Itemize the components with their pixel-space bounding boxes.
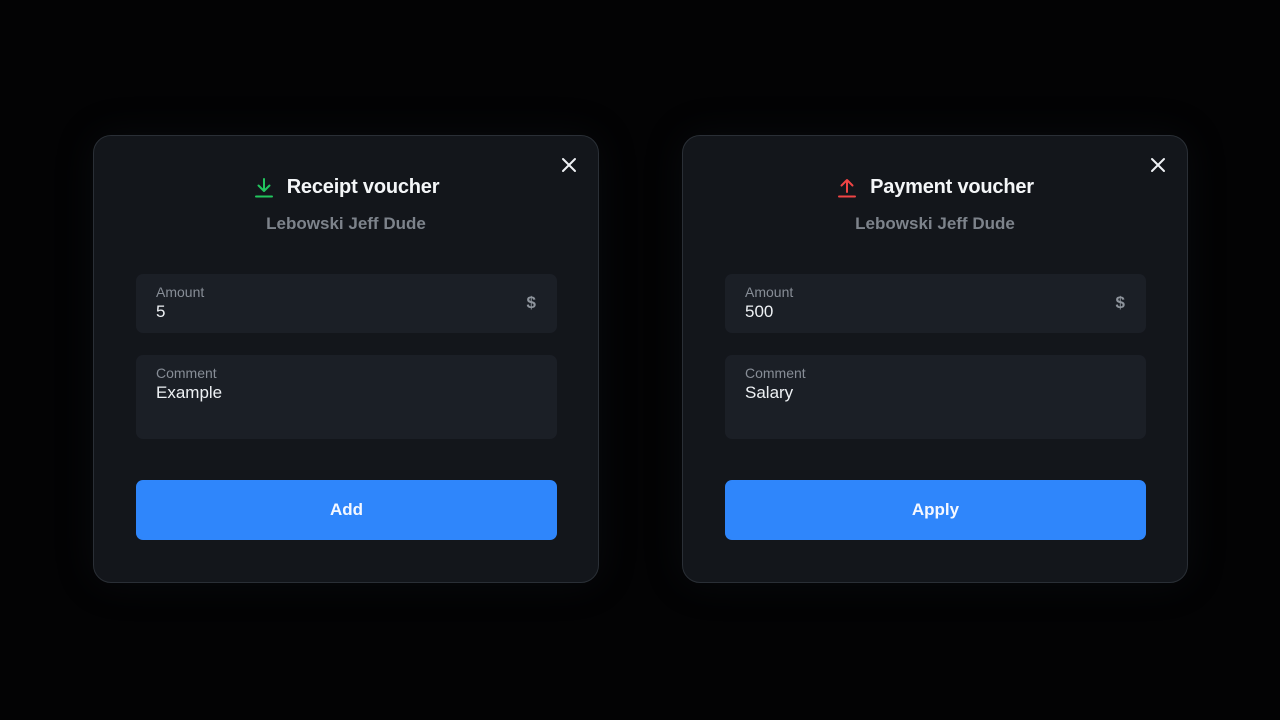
receipt-comment-field[interactable]: Comment Example bbox=[136, 355, 557, 439]
comment-value[interactable]: Example bbox=[156, 382, 537, 404]
payment-close-button[interactable] bbox=[1149, 156, 1167, 174]
receipt-header: Receipt voucher bbox=[94, 176, 598, 199]
payment-amount-field[interactable]: Amount 500 $ bbox=[725, 274, 1146, 333]
amount-value[interactable]: 5 bbox=[156, 301, 537, 323]
add-button[interactable]: Add bbox=[136, 480, 557, 540]
comment-label: Comment bbox=[745, 365, 806, 381]
payment-title: Payment voucher bbox=[870, 176, 1034, 198]
payment-comment-field[interactable]: Comment Salary bbox=[725, 355, 1146, 439]
apply-button[interactable]: Apply bbox=[725, 480, 1146, 540]
upload-arrow-icon bbox=[836, 177, 858, 199]
amount-label: Amount bbox=[745, 284, 794, 300]
currency-symbol: $ bbox=[526, 293, 536, 312]
close-icon bbox=[562, 158, 576, 172]
currency-symbol: $ bbox=[1115, 293, 1125, 312]
comment-value[interactable]: Salary bbox=[745, 382, 1126, 404]
close-icon bbox=[1151, 158, 1165, 172]
receipt-amount-field[interactable]: Amount 5 $ bbox=[136, 274, 557, 333]
receipt-title: Receipt voucher bbox=[286, 176, 440, 198]
payment-subtitle: Lebowski Jeff Dude bbox=[855, 214, 1015, 233]
receipt-subtitle: Lebowski Jeff Dude bbox=[266, 214, 426, 233]
page: Receipt voucher Lebowski Jeff Dude Amoun… bbox=[0, 0, 1280, 720]
amount-label: Amount bbox=[156, 284, 205, 300]
payment-voucher-dialog: Payment voucher Lebowski Jeff Dude Amoun… bbox=[682, 135, 1188, 583]
comment-label: Comment bbox=[156, 365, 217, 381]
download-arrow-icon bbox=[253, 177, 275, 199]
payment-header: Payment voucher bbox=[683, 176, 1187, 199]
receipt-voucher-dialog: Receipt voucher Lebowski Jeff Dude Amoun… bbox=[93, 135, 599, 583]
receipt-close-button[interactable] bbox=[560, 156, 578, 174]
amount-value[interactable]: 500 bbox=[745, 301, 1126, 323]
